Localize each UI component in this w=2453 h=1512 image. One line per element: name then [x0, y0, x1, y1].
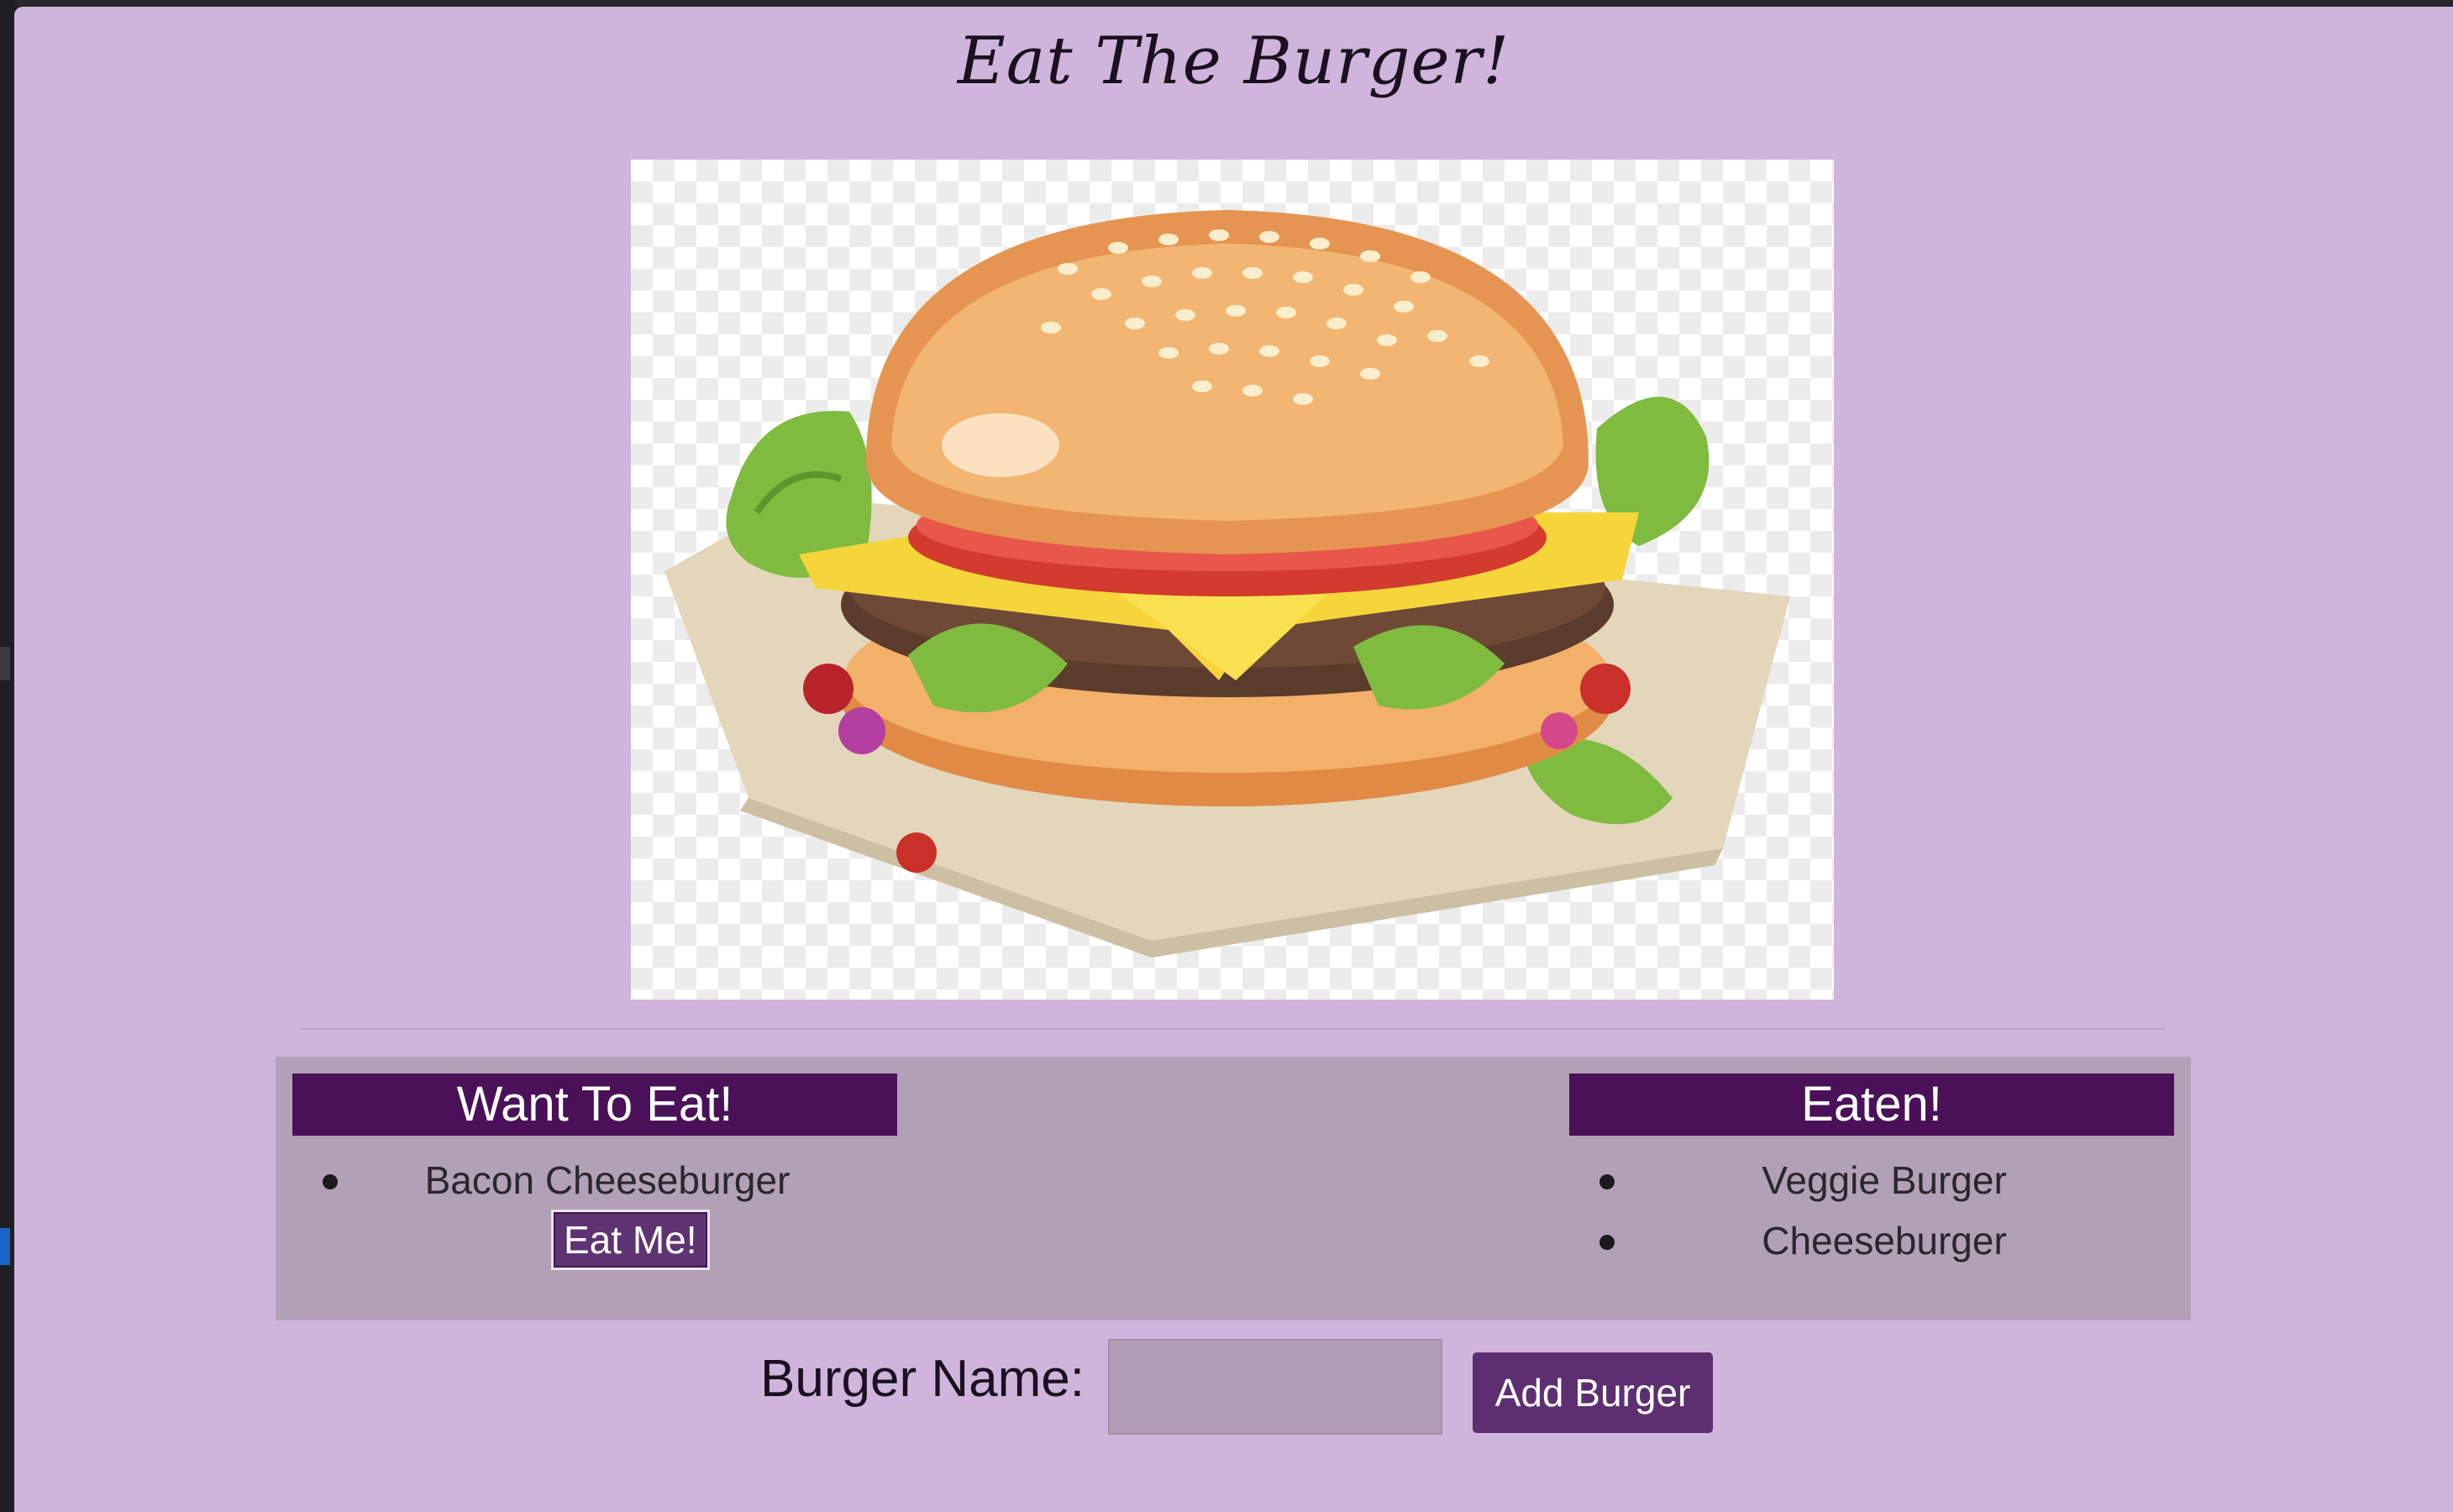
- bullet-icon: [1599, 1235, 1615, 1250]
- list-item: Bacon Cheeseburger: [292, 1149, 897, 1210]
- bullet-icon: [1599, 1174, 1615, 1189]
- list-item: Veggie Burger: [1569, 1149, 2174, 1210]
- side-strip-highlight: [0, 1228, 10, 1265]
- burger-name: Veggie Burger: [1762, 1158, 2007, 1202]
- burger-name: Cheeseburger: [1762, 1219, 2007, 1263]
- add-burger-button[interactable]: Add Burger: [1473, 1352, 1713, 1433]
- eat-me-button[interactable]: Eat Me!: [551, 1210, 710, 1270]
- burger-lists-panel: Want To Eat! Bacon Cheeseburger Eat Me! …: [276, 1057, 2191, 1320]
- burger-name: Bacon Cheeseburger: [424, 1158, 791, 1202]
- list-item: Cheeseburger: [1569, 1210, 2174, 1270]
- window-top-edge: [0, 0, 2453, 7]
- add-burger-form: Burger Name: Add Burger: [14, 1334, 2453, 1443]
- eaten-list: Veggie Burger Cheeseburger: [1569, 1149, 2174, 1270]
- bullet-icon: [323, 1174, 338, 1189]
- page-title: Eat The Burger!: [957, 24, 1510, 99]
- burger-image: [631, 160, 1834, 1000]
- burger-name-input[interactable]: [1108, 1339, 1442, 1435]
- want-to-eat-list: Bacon Cheeseburger Eat Me!: [292, 1149, 897, 1277]
- eaten-header: Eaten!: [1569, 1074, 2174, 1136]
- side-strip-marker: [0, 647, 10, 680]
- section-divider: [300, 1028, 2165, 1030]
- burger-illustration: [664, 210, 1790, 958]
- editor-side-strip: [0, 0, 14, 1512]
- list-item-actions: Eat Me!: [292, 1210, 897, 1277]
- want-to-eat-header: Want To Eat!: [292, 1074, 897, 1136]
- page: Eat The Burger! Want To Eat! Bacon Chees…: [14, 7, 2453, 1512]
- burger-name-label: Burger Name:: [760, 1350, 1085, 1408]
